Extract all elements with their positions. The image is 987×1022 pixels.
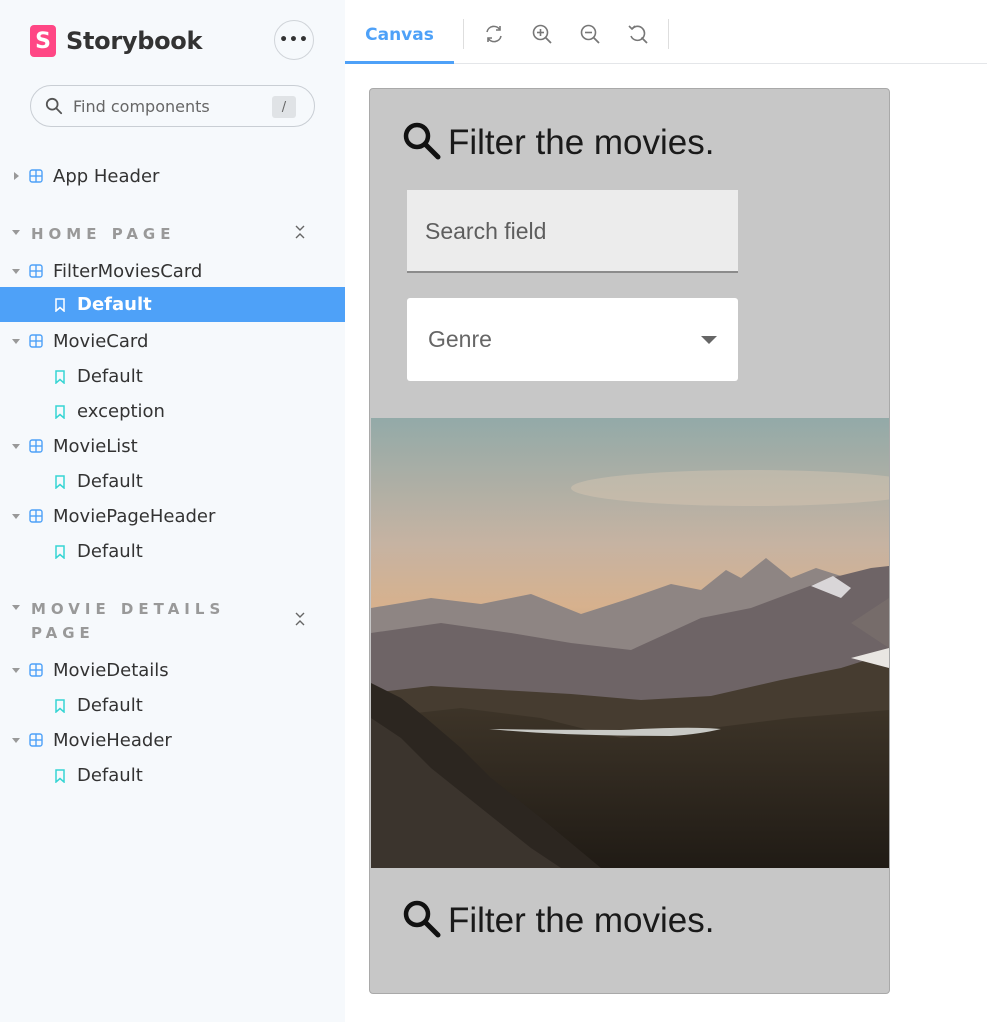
bookmark-icon (55, 370, 65, 384)
caret-right-icon (14, 172, 19, 180)
search-icon (403, 122, 441, 160)
sidebar-item-moviecard-default[interactable]: Default (0, 359, 345, 394)
sidebar-item-app-header[interactable]: App Header (0, 159, 345, 194)
caret-down-icon (12, 269, 20, 274)
caret-down-icon (12, 738, 20, 743)
search-box[interactable]: / (30, 85, 315, 127)
sidebar-item-movielist-default[interactable]: Default (0, 464, 345, 499)
zoom-reset-icon (628, 25, 648, 44)
sidebar-item-filtermoviescard[interactable]: FilterMoviesCard (0, 254, 345, 289)
genre-select-label: Genre (428, 326, 492, 352)
component-icon (29, 509, 43, 523)
sidebar-item-label: MovieList (53, 436, 138, 457)
sidebar-item-moviepageheader[interactable]: MoviePageHeader (0, 499, 345, 534)
sidebar-item-movielist[interactable]: MovieList (0, 429, 345, 464)
component-icon (29, 733, 43, 747)
search-icon (403, 900, 441, 938)
caret-down-icon (12, 605, 20, 610)
search-shortcut-badge: / (272, 96, 296, 118)
section-title-home-page[interactable]: HOME PAGE (31, 222, 176, 246)
sidebar-item-moviedetails-default[interactable]: Default (0, 688, 345, 723)
filter-title: Filter the movies. (448, 901, 715, 940)
caret-down-icon (12, 514, 20, 519)
toolbar-divider (463, 19, 464, 49)
search-field-input[interactable] (425, 190, 725, 272)
filter-title: Filter the movies. (448, 123, 715, 162)
sidebar-item-label: Default (77, 471, 143, 492)
search-field[interactable] (407, 190, 738, 273)
sidebar: S Storybook ••• / App Header HOME PAGE F… (0, 0, 345, 1022)
search-input[interactable] (73, 96, 263, 116)
section-title-line: MOVIE DETAILS (31, 600, 226, 618)
caret-down-icon (12, 230, 20, 235)
menu-button[interactable]: ••• (274, 20, 314, 60)
reload-button[interactable] (482, 22, 506, 46)
sidebar-item-label: Default (77, 695, 143, 716)
sidebar-item-filtermoviescard-default[interactable]: Default (0, 287, 345, 322)
caret-down-icon (12, 668, 20, 673)
collapse-icon[interactable] (293, 611, 307, 627)
caret-down-icon (12, 339, 20, 344)
landscape-image (371, 418, 889, 868)
component-icon (29, 663, 43, 677)
bookmark-icon (55, 699, 65, 713)
sidebar-item-moviecard[interactable]: MovieCard (0, 324, 345, 359)
sidebar-item-label: MoviePageHeader (53, 506, 216, 527)
bookmark-icon (55, 298, 65, 312)
toolbar-divider (668, 19, 669, 49)
sidebar-item-movieheader[interactable]: MovieHeader (0, 723, 345, 758)
tab-canvas[interactable]: Canvas (345, 5, 454, 64)
zoom-out-icon (580, 24, 600, 44)
brand[interactable]: S Storybook (30, 24, 202, 58)
component-icon (29, 264, 43, 278)
sidebar-item-label: MovieCard (53, 331, 149, 352)
genre-select[interactable]: Genre (407, 298, 738, 381)
sidebar-item-label: Default (77, 541, 143, 562)
sidebar-item-movieheader-default[interactable]: Default (0, 758, 345, 793)
bookmark-icon (55, 475, 65, 489)
component-icon (29, 169, 43, 183)
caret-down-icon (12, 444, 20, 449)
zoom-out-button[interactable] (578, 22, 602, 46)
zoom-in-icon (532, 24, 552, 44)
sidebar-item-label: Default (77, 294, 152, 315)
component-icon (29, 334, 43, 348)
bookmark-icon (55, 545, 65, 559)
storybook-logo-icon: S (30, 25, 56, 57)
zoom-reset-button[interactable] (626, 22, 650, 46)
story-preview-card: Filter the movies. Genre (369, 88, 890, 994)
section-title-line: PAGE (31, 624, 95, 642)
sidebar-item-label: MovieHeader (53, 730, 172, 751)
sidebar-item-moviecard-exception[interactable]: exception (0, 394, 345, 429)
filter-heading-top: Filter the movies. (400, 119, 714, 163)
reload-icon (486, 25, 502, 43)
active-tab-indicator (345, 61, 454, 64)
bookmark-icon (55, 769, 65, 783)
sidebar-item-label: App Header (53, 166, 160, 187)
brand-name: Storybook (66, 27, 203, 55)
section-title-movie-details-page[interactable]: MOVIE DETAILS PAGE (31, 597, 225, 645)
search-icon (45, 97, 63, 115)
toolbar: Canvas (345, 5, 987, 64)
sidebar-item-moviepageheader-default[interactable]: Default (0, 534, 345, 569)
sidebar-item-label: Default (77, 366, 143, 387)
sidebar-item-label: FilterMoviesCard (53, 261, 203, 282)
sidebar-item-label: exception (77, 401, 165, 422)
zoom-in-button[interactable] (530, 22, 554, 46)
sidebar-item-label: Default (77, 765, 143, 786)
component-icon (29, 439, 43, 453)
collapse-icon[interactable] (293, 224, 307, 240)
sidebar-item-moviedetails[interactable]: MovieDetails (0, 653, 345, 688)
bookmark-icon (55, 405, 65, 419)
filter-heading-bottom: Filter the movies. (400, 897, 714, 941)
dropdown-arrow-icon (701, 336, 717, 344)
sidebar-item-label: MovieDetails (53, 660, 169, 681)
